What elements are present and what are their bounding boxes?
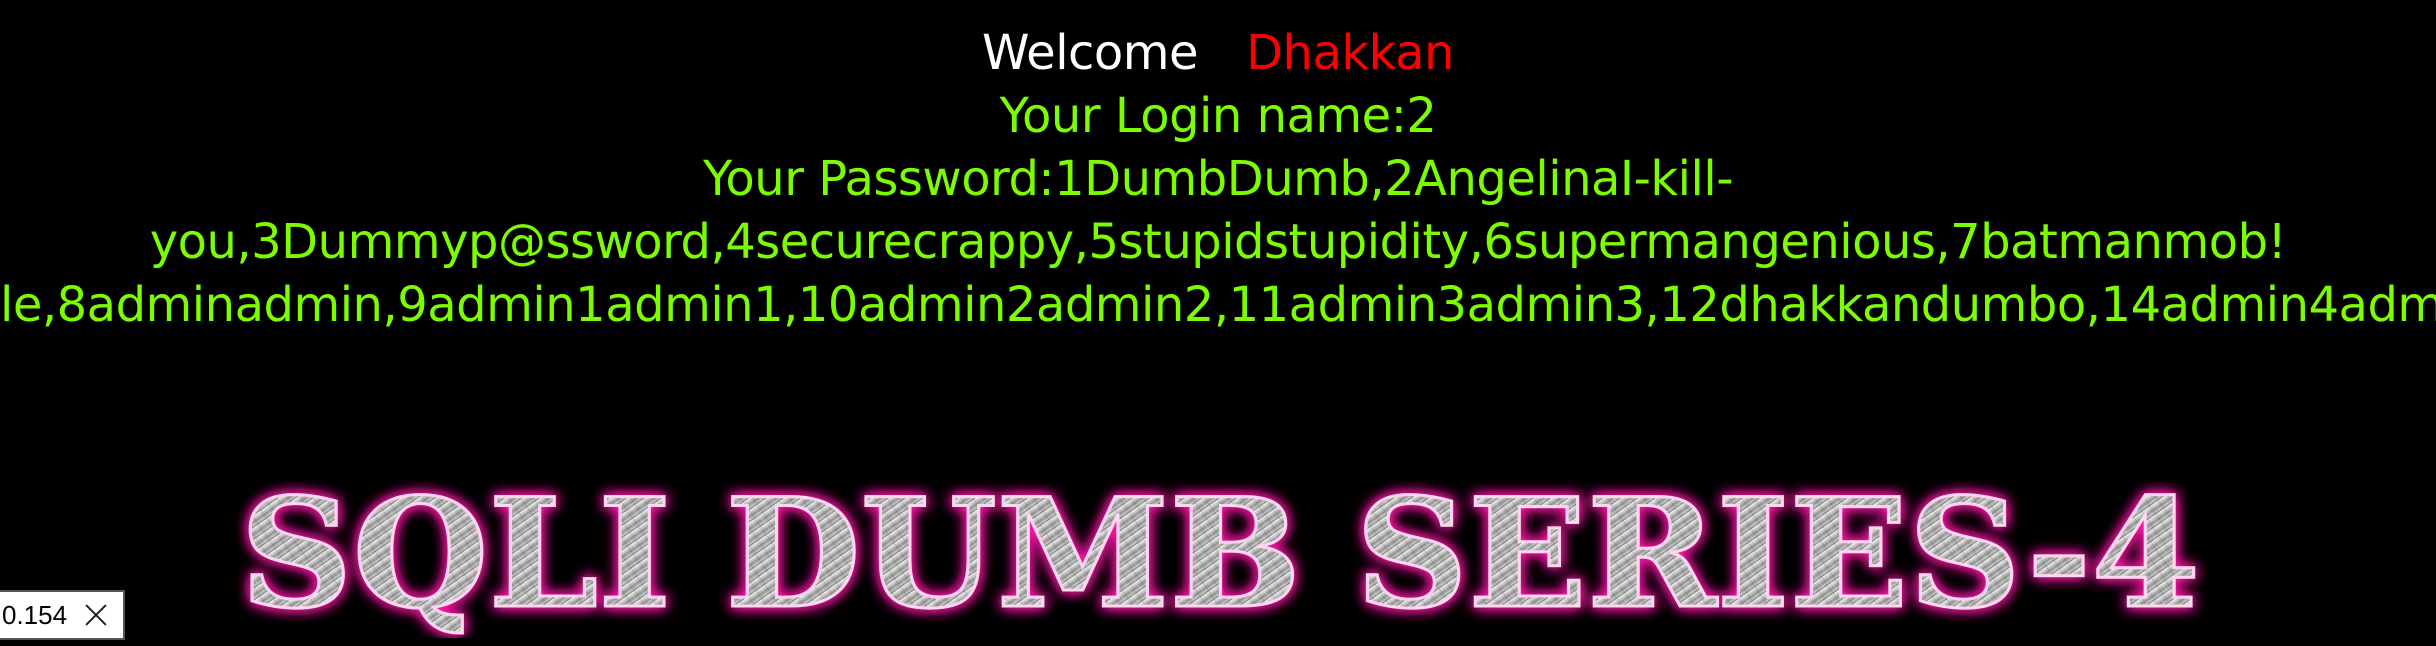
password-line-1: Your Password:1DumbDumb,2AngelinaI-kill- [702, 151, 1734, 207]
password-line-3: le,8adminadmin,9admin1admin1,10admin2adm… [0, 277, 2436, 333]
login-name-line: Your Login name:2 [999, 88, 1437, 144]
banner-logo: SQLI DUMB SERIES-4 [239, 478, 2202, 638]
welcome-label: Welcome [982, 25, 1199, 81]
password-line-2: you,3Dummyp@ssword,4securecrappy,5stupid… [149, 214, 2287, 270]
welcome-line: Welcome Dhakkan [0, 22, 2436, 85]
username: Dhakkan [1246, 25, 1454, 81]
zoom-indicator: 0.154 [0, 590, 126, 640]
login-result: Welcome Dhakkan Your Login name:2 Your Pa… [0, 22, 2436, 337]
page: Welcome Dhakkan Your Login name:2 Your Pa… [0, 0, 2436, 646]
series-banner: SQLI DUMB SERIES-4 [220, 478, 2220, 638]
zoom-value: 0.154 [2, 599, 68, 630]
banner-title: SQLI DUMB SERIES-4 [240, 478, 2200, 638]
close-icon[interactable] [83, 602, 109, 628]
